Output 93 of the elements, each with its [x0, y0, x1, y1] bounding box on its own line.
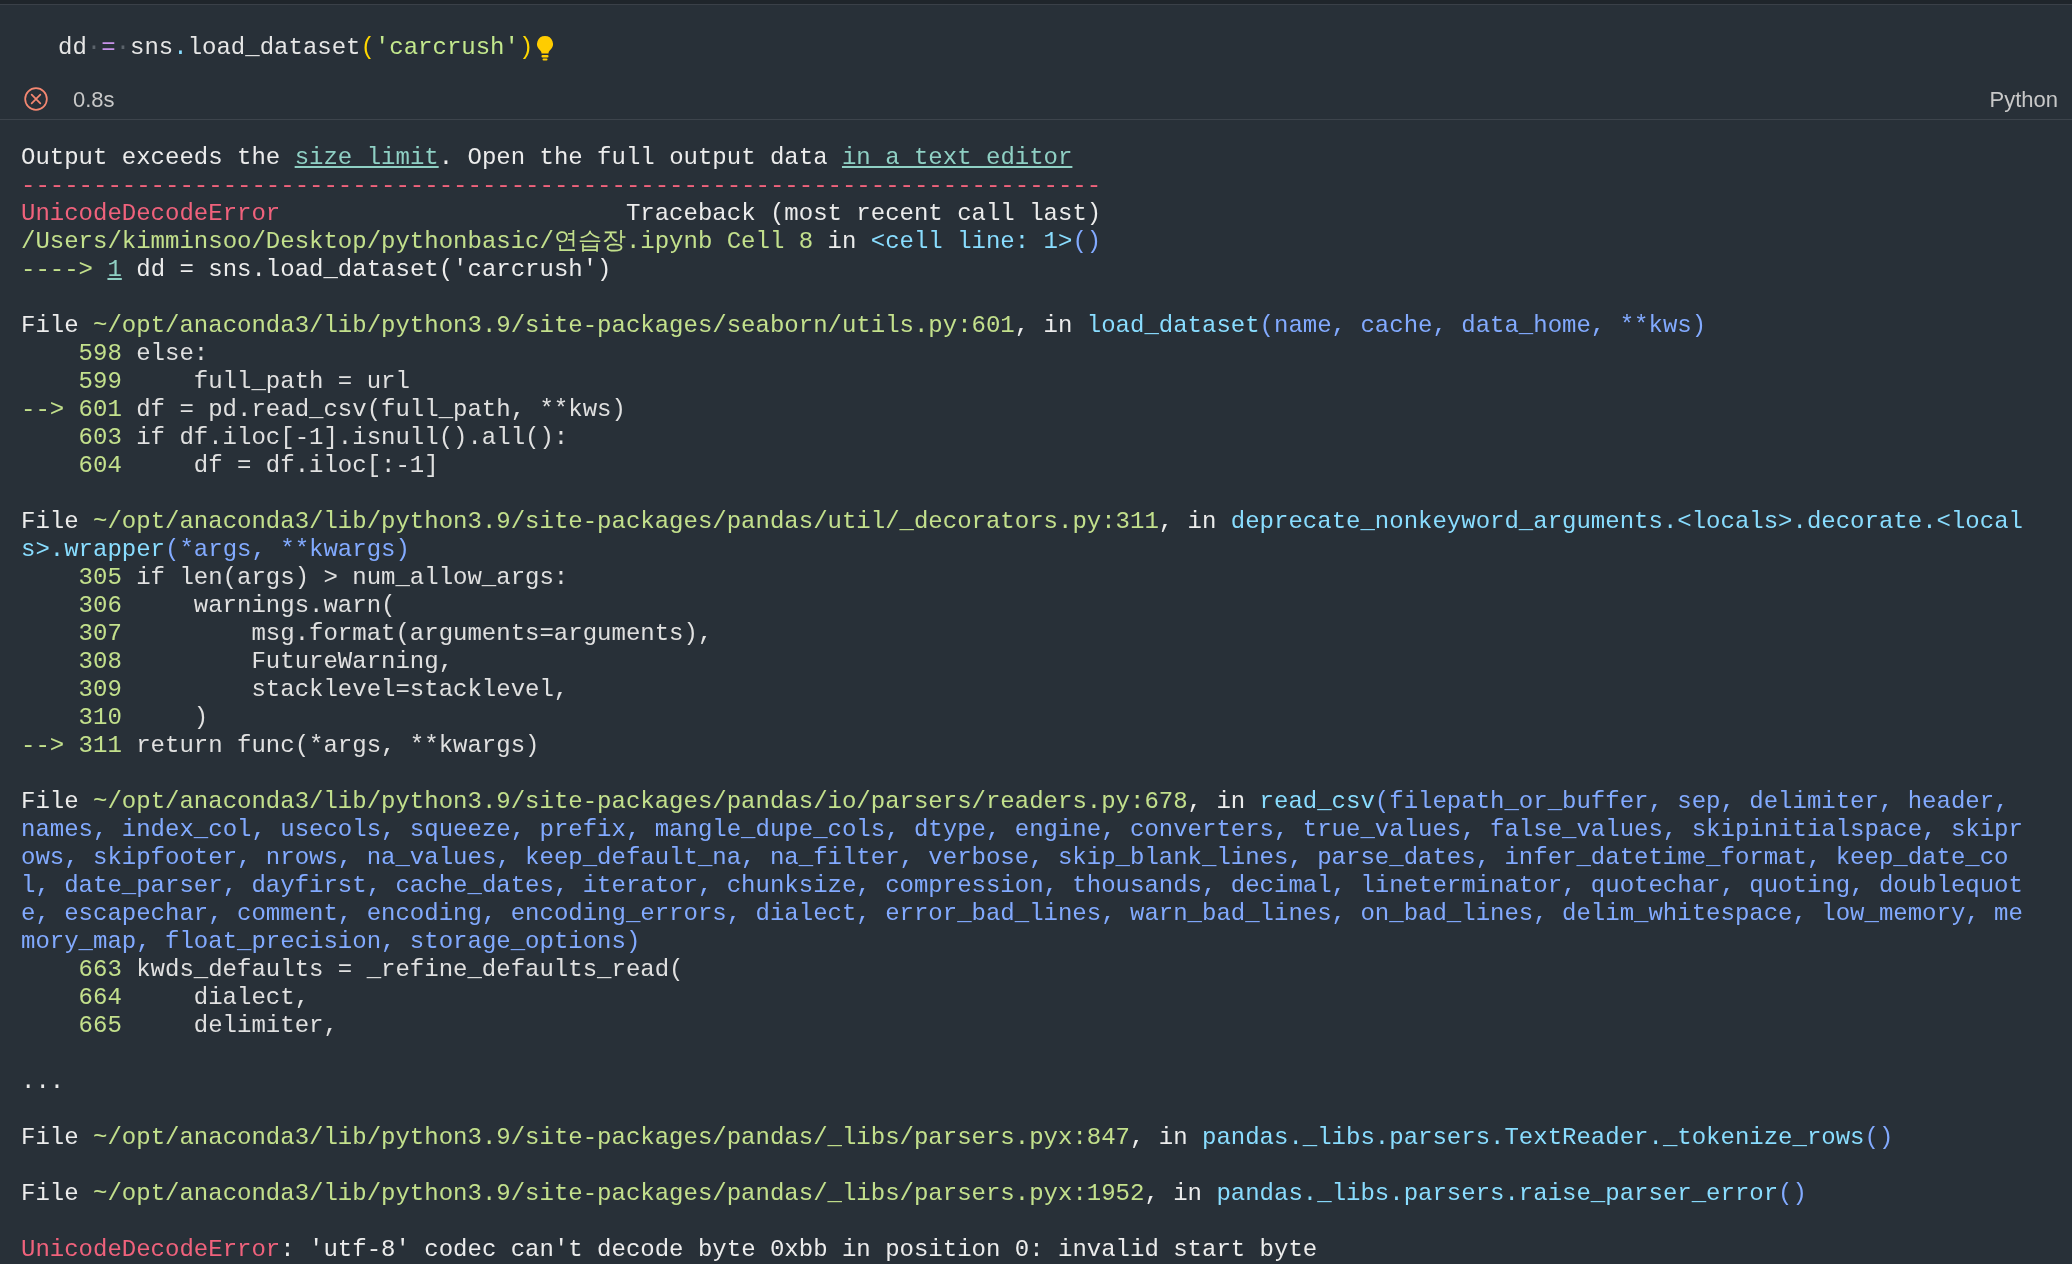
line-number: 665: [78, 1012, 122, 1040]
line-number: 309: [78, 676, 122, 704]
code-operator: =: [101, 33, 116, 63]
line-number: 308: [78, 648, 122, 676]
function-args: l, date_parser, dayfirst, cache_dates, iterator, chunksize, compression, thousands, decimal, lineterminator, quotechar, quoting, doublequot: [21, 872, 2023, 900]
function-args: (name, cache, data_home, **kws): [1259, 312, 1707, 340]
line-number: 305: [78, 564, 122, 592]
function-args: (filepath_or_buffer, sep, delimiter, header,: [1374, 788, 2009, 816]
file-path: ---->: [21, 256, 94, 284]
file-path: ~/opt/anaconda3/lib/python3.9/site-packages/pandas/_libs/parsers.pyx:1952: [93, 1180, 1145, 1208]
error-text: ---------------------------------------------------------------------------: [21, 172, 1102, 200]
function-name: pandas._libs.parsers.raise_parser_error: [1216, 1180, 1779, 1208]
lightbulb-icon[interactable]: [535, 35, 556, 61]
source-code: else:: [136, 340, 209, 368]
execution-time: 0.8s: [73, 85, 115, 114]
output-text: File: [21, 312, 80, 340]
code-identifier: dd: [58, 33, 87, 63]
line-number: 664: [78, 984, 122, 1012]
output-text: File: [21, 788, 80, 816]
source-code: FutureWarning,: [250, 648, 454, 676]
current-line-arrow: -->: [21, 732, 65, 759]
output-text: dd = sns.load_dataset('carcrush'): [135, 256, 612, 284]
line-number: 599: [78, 368, 122, 396]
function-name: read_csv: [1259, 788, 1375, 816]
source-code: df = pd.read_csv(full_path, **kws): [136, 396, 626, 424]
language-label[interactable]: Python: [1989, 82, 2058, 116]
output-text: in: [826, 228, 858, 256]
code-punctuation: .: [173, 33, 188, 63]
output-link[interactable]: in a text editor: [841, 144, 1073, 172]
line-number: 598: [78, 340, 122, 368]
output-text: ...: [21, 1068, 65, 1096]
output-text: File: [21, 1180, 80, 1208]
code-identifier: sns: [130, 33, 174, 63]
line-number: 306: [78, 592, 122, 620]
output-text: File: [21, 508, 80, 536]
source-code: dialect,: [192, 984, 310, 1012]
function-args: (): [1778, 1180, 1807, 1208]
function-name: pandas._libs.parsers.TextReader._tokenize_rows: [1202, 1124, 1865, 1152]
error-text: UnicodeDecodeError: [21, 200, 281, 228]
output-text: : 'utf-8' codec can't decode byte 0xbb in position 0: invalid start byte: [280, 1236, 1318, 1264]
output-text: Output exceeds the: [21, 144, 282, 172]
function-args: (): [1864, 1124, 1894, 1152]
file-path: ~/opt/anaconda3/lib/python3.9/site-packages/pandas/_libs/parsers.pyx:847: [93, 1124, 1130, 1152]
line-number: 604: [78, 452, 122, 480]
source-code: if len(args) > num_allow_args:: [136, 564, 569, 592]
file-path: ~/opt/anaconda3/lib/python3.9/site-packages/pandas/util/_decorators.py:311: [93, 508, 1159, 536]
function-name: deprecate_nonkeyword_arguments.<locals>.decorate.<local: [1230, 508, 2023, 536]
output-link[interactable]: 1: [107, 256, 122, 284]
source-code: return func(*args, **kwargs): [136, 732, 540, 760]
output-text: . Open the full output data: [438, 144, 829, 172]
source-code: df = df.iloc[:-1]: [192, 452, 439, 480]
file-path: ~/opt/anaconda3/lib/python3.9/site-packages/seaborn/utils.py:601: [93, 312, 1015, 340]
function-args: mory_map, float_precision, storage_options): [21, 928, 641, 956]
code-identifier: load_dataset: [187, 33, 361, 63]
error-text: UnicodeDecodeError: [21, 1236, 281, 1264]
line-number: 310: [78, 704, 122, 732]
output-text: , in: [1144, 1180, 1203, 1208]
source-code: warnings.warn(: [192, 592, 396, 620]
code-bracket: ): [518, 33, 534, 63]
source-code: full_path = url: [192, 368, 410, 396]
current-line-arrow: -->: [21, 396, 65, 423]
file-path: ~/opt/anaconda3/lib/python3.9/site-packages/pandas/io/parsers/readers.py:678: [93, 788, 1188, 816]
output-text: , in: [1130, 1124, 1189, 1152]
function-args: (): [1072, 228, 1102, 256]
function-args: (*args, **kwargs): [165, 536, 410, 564]
output-text: File: [21, 1124, 80, 1152]
source-code: if df.iloc[-1].isnull().all():: [136, 424, 569, 452]
output-text: , in: [1014, 312, 1074, 340]
whitespace-marker: ·: [115, 33, 131, 63]
code-bracket: (: [360, 33, 375, 63]
source-code: ): [192, 704, 209, 732]
function-name: load_dataset: [1086, 312, 1260, 340]
function-name: <cell line: 1>: [870, 228, 1073, 256]
line-number: 601: [78, 396, 122, 424]
line-number: 311: [78, 732, 122, 760]
output-text: , in: [1187, 788, 1247, 816]
line-number: 663: [78, 956, 122, 984]
output-text: Traceback (most recent call last): [624, 200, 1102, 228]
output-text: , in: [1158, 508, 1218, 536]
function-args: ows, skipfooter, nrows, na_values, keep_default_na, na_filter, verbose, skip_blank_lines, parse_dates, infer_datetime_format, keep_date_co: [21, 844, 2009, 872]
source-code: stacklevel=stacklevel,: [250, 676, 569, 704]
output-link[interactable]: size limit: [294, 144, 439, 172]
whitespace-marker: ·: [86, 33, 102, 63]
source-code: kwds_defaults = _refine_defaults_read(: [136, 956, 684, 984]
code-string: 'carcrush': [374, 33, 519, 63]
source-code: delimiter,: [192, 1012, 338, 1040]
source-code: msg.format(arguments=arguments),: [250, 620, 713, 648]
file-path: /Users/kimminsoo/Desktop/pythonbasic/연습장.ipynb Cell 8: [21, 228, 814, 256]
line-number: 603: [78, 424, 122, 452]
line-number: 307: [78, 620, 122, 648]
function-args: e, escapechar, comment, encoding, encoding_errors, dialect, error_bad_lines, warn_bad_lines, on_bad_lines, delim_whitespace, low_memory, me: [21, 900, 2023, 928]
function-name: s>.wrapper: [21, 536, 166, 564]
function-args: names, index_col, usecols, squeeze, prefix, mangle_dupe_cols, dtype, engine, converters, true_values, false_values, skipinitialspace, skipr: [21, 816, 2023, 844]
